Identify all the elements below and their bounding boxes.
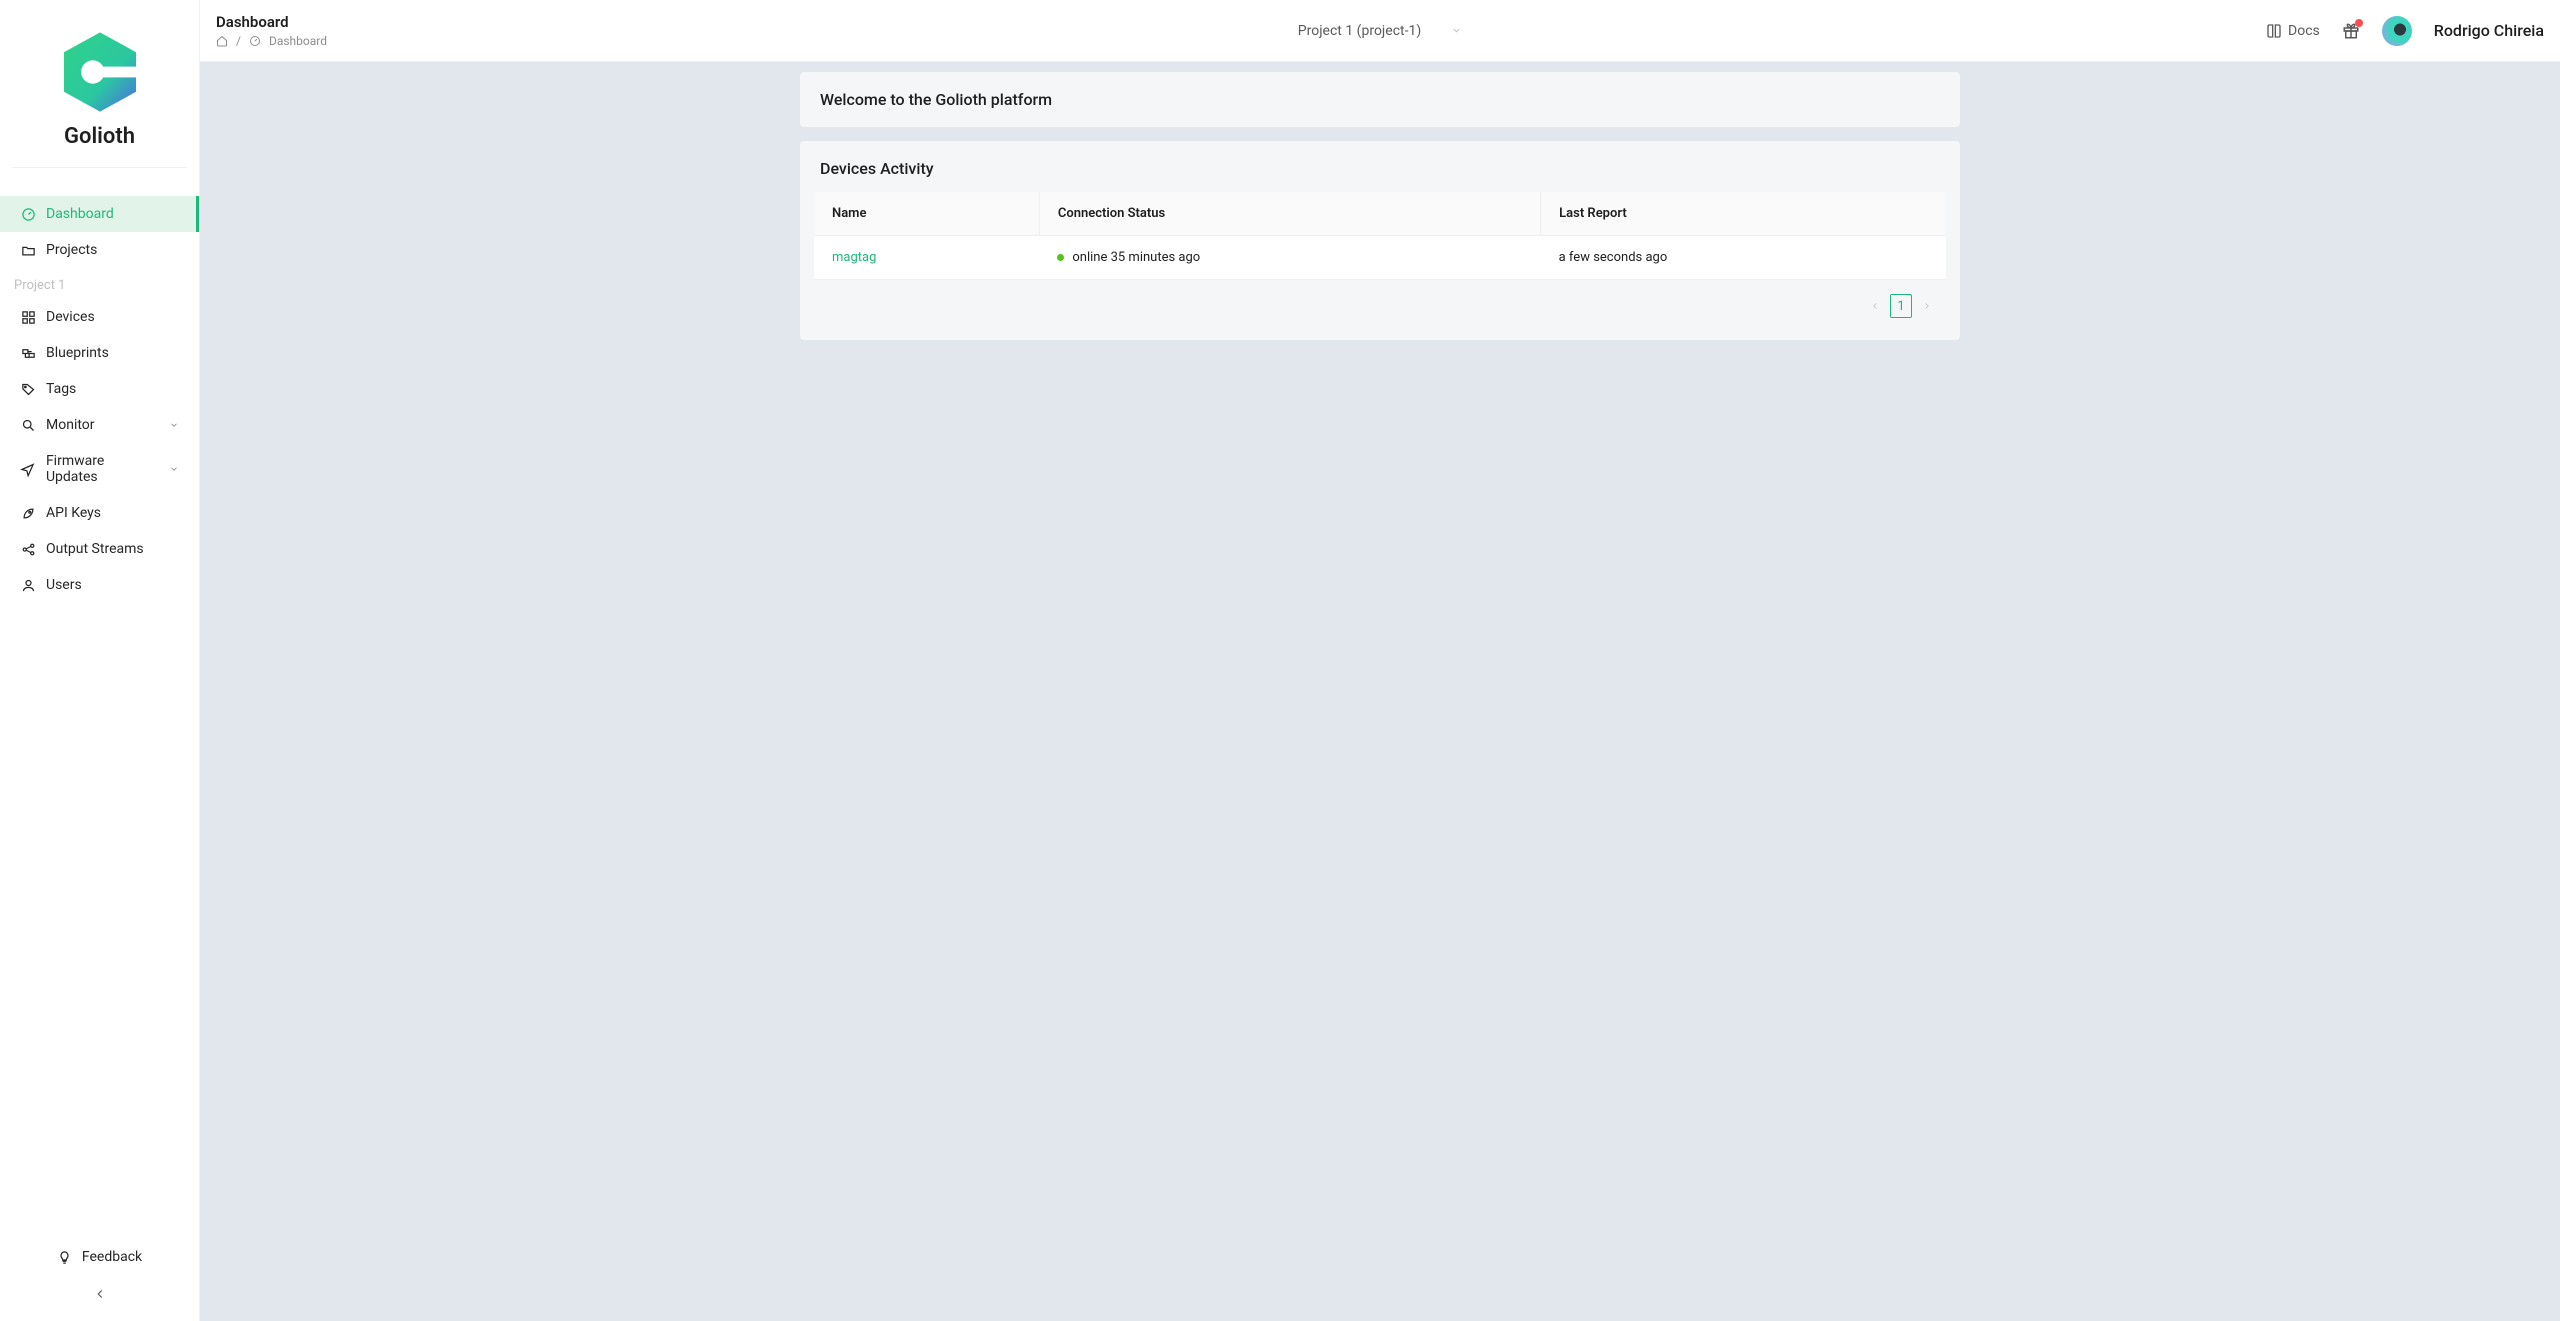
- sidebar-item-label: Output Streams: [46, 541, 144, 557]
- sidebar-item-label: Blueprints: [46, 345, 109, 361]
- sidebar-item-api-keys[interactable]: API Keys: [0, 495, 199, 531]
- welcome-card: Welcome to the Golioth platform: [800, 72, 1960, 127]
- sidebar-item-tags[interactable]: Tags: [0, 371, 199, 407]
- sidebar-item-label: Monitor: [46, 417, 95, 433]
- breadcrumb-sep: /: [236, 34, 241, 48]
- breadcrumb: / Dashboard: [216, 34, 1290, 48]
- sidebar-item-label: Projects: [46, 242, 97, 258]
- brand-logo-block: Golioth: [12, 0, 187, 168]
- sidebar-item-users[interactable]: Users: [0, 567, 199, 603]
- main: Dashboard / Dashboard Project 1 (project…: [200, 0, 2560, 1321]
- tag-icon: [20, 381, 36, 397]
- sidebar-item-projects[interactable]: Projects: [0, 232, 199, 268]
- chevron-down-icon: [169, 420, 179, 430]
- chevron-down-icon: [1451, 25, 1462, 36]
- sidebar-bottom: Feedback: [0, 1239, 199, 1321]
- welcome-title: Welcome to the Golioth platform: [820, 90, 1052, 109]
- grid-icon: [20, 309, 36, 325]
- user-name[interactable]: Rodrigo Chireia: [2434, 21, 2544, 40]
- sidebar-item-dashboard[interactable]: Dashboard: [0, 196, 199, 232]
- user-avatar[interactable]: [2382, 16, 2412, 46]
- send-icon: [20, 461, 36, 477]
- home-icon[interactable]: [216, 35, 228, 47]
- pagination-prev[interactable]: [1870, 301, 1880, 311]
- status-text: online 35 minutes ago: [1072, 250, 1200, 265]
- docs-label: Docs: [2288, 23, 2320, 39]
- sidebar-item-blueprints[interactable]: Blueprints: [0, 335, 199, 371]
- brand-logo-icon: [52, 24, 148, 120]
- breadcrumb-current: Dashboard: [269, 34, 327, 48]
- sidebar-item-label: Firmware Updates: [46, 453, 159, 485]
- sidebar-collapse-button[interactable]: [0, 1275, 199, 1313]
- project-selector-label: Project 1 (project-1): [1298, 23, 1421, 39]
- sidebar-item-firmware-updates[interactable]: Firmware Updates: [0, 443, 199, 495]
- user-icon: [20, 577, 36, 593]
- dashboard-icon: [249, 35, 261, 47]
- sidebar-item-output-streams[interactable]: Output Streams: [0, 531, 199, 567]
- search-icon: [20, 417, 36, 433]
- pagination-page-1[interactable]: 1: [1890, 294, 1912, 318]
- sidebar-item-label: Users: [46, 577, 82, 593]
- folder-icon: [20, 242, 36, 258]
- book-icon: [2266, 23, 2282, 39]
- notification-badge: [2355, 19, 2363, 27]
- col-name[interactable]: Name: [814, 192, 1039, 236]
- sidebar-item-monitor[interactable]: Monitor: [0, 407, 199, 443]
- sidebar-item-label: API Keys: [46, 505, 101, 521]
- devices-activity-card: Devices Activity Name Connection Status …: [800, 141, 1960, 340]
- page-title: Dashboard: [216, 13, 1290, 31]
- col-last-report[interactable]: Last Report: [1541, 192, 1946, 236]
- share-icon: [20, 541, 36, 557]
- sidebar-item-label: Tags: [46, 381, 76, 397]
- sidebar-item-feedback[interactable]: Feedback: [0, 1239, 199, 1275]
- connection-status: online 35 minutes ago: [1057, 250, 1200, 265]
- pagination-next[interactable]: [1922, 301, 1932, 311]
- sidebar-section-label: Project 1: [0, 268, 199, 299]
- docs-link[interactable]: Docs: [2266, 23, 2320, 39]
- device-link[interactable]: magtag: [832, 250, 876, 265]
- whats-new-button[interactable]: [2342, 22, 2360, 40]
- project-selector[interactable]: Project 1 (project-1): [1290, 19, 1470, 43]
- sidebar: Golioth Dashboard Projects Project 1: [0, 0, 200, 1321]
- sidebar-item-devices[interactable]: Devices: [0, 299, 199, 335]
- bulb-icon: [57, 1250, 72, 1265]
- pagination: 1: [800, 280, 1960, 340]
- table-row[interactable]: magtag online 35 minutes ago a few secon…: [814, 236, 1946, 280]
- col-connection-status[interactable]: Connection Status: [1039, 192, 1540, 236]
- devices-activity-table: Name Connection Status Last Report magta…: [814, 192, 1946, 280]
- activity-title: Devices Activity: [800, 141, 1960, 192]
- content: Welcome to the Golioth platform Devices …: [200, 62, 2560, 1321]
- brand-name: Golioth: [64, 124, 135, 149]
- sidebar-item-label: Dashboard: [46, 206, 114, 222]
- feedback-label: Feedback: [82, 1249, 142, 1265]
- chevron-down-icon: [169, 464, 179, 474]
- sidebar-item-label: Devices: [46, 309, 95, 325]
- rocket-icon: [20, 505, 36, 521]
- blueprint-icon: [20, 345, 36, 361]
- sidebar-nav: Dashboard Projects Project 1 Devices Bl: [0, 168, 199, 1239]
- last-report: a few seconds ago: [1559, 250, 1668, 265]
- status-dot-online-icon: [1057, 254, 1064, 261]
- dashboard-icon: [20, 206, 36, 222]
- chevron-left-icon: [93, 1287, 107, 1301]
- topbar: Dashboard / Dashboard Project 1 (project…: [200, 0, 2560, 62]
